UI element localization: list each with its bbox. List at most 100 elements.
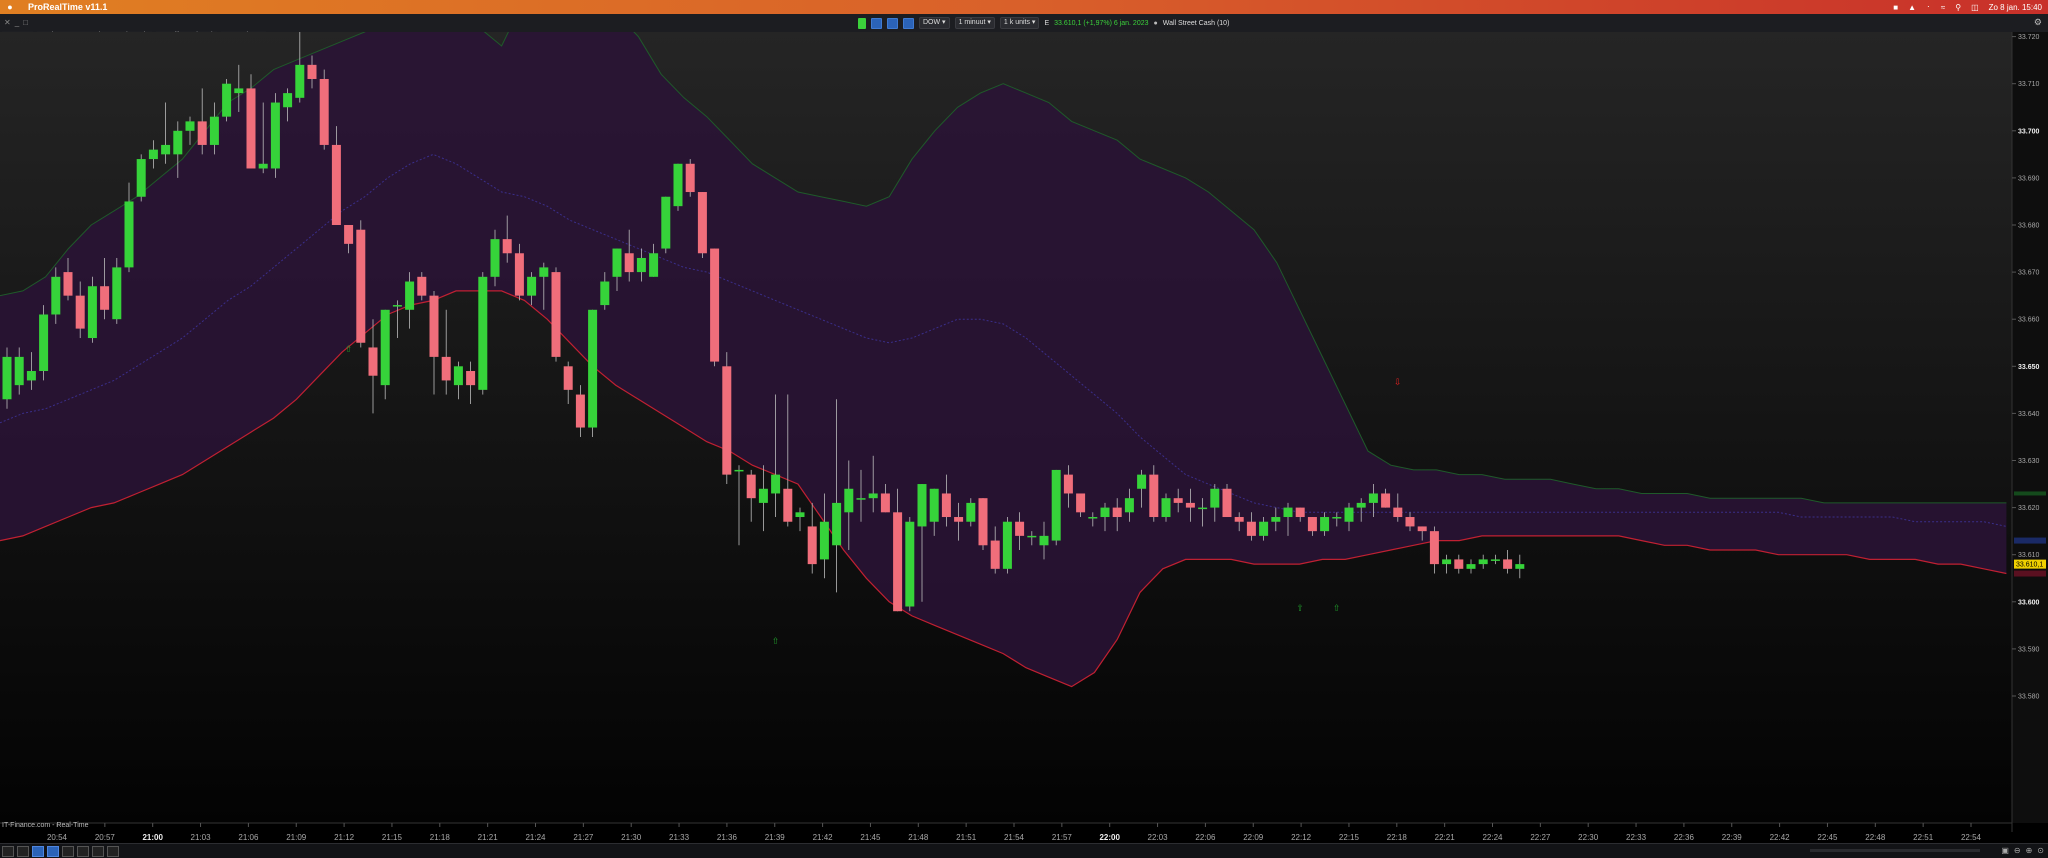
candle [722, 352, 732, 485]
candle-body [1124, 498, 1134, 513]
candle-body [1112, 507, 1122, 518]
time-tick-label: 22:45 [1817, 833, 1838, 842]
chart-scrollbar[interactable] [1810, 849, 1980, 852]
units-value: 1 k units [1003, 19, 1030, 26]
candle [978, 498, 988, 550]
candle-body [1344, 507, 1354, 522]
template-icon[interactable] [47, 846, 59, 857]
price-tick-label: 33.640 [2018, 411, 2040, 418]
candle-body [380, 309, 390, 386]
candle-body [1259, 521, 1269, 536]
candle [87, 276, 97, 343]
candle-body [1015, 521, 1025, 536]
candle-body [612, 248, 622, 277]
price-tick-label: 33.590 [2018, 646, 2040, 653]
time-tick-label: 21:00 [142, 833, 163, 842]
zoom-in-icon[interactable]: ⊕ [2026, 846, 2033, 855]
time-tick-label: 21:57 [1052, 833, 1073, 842]
candle-body [197, 121, 207, 145]
layout-icon[interactable] [77, 846, 89, 857]
close-window-icon[interactable]: ✕ [4, 18, 11, 27]
search-icon[interactable]: ⚲ [1955, 3, 1961, 12]
instrument-value: DOW [923, 19, 941, 26]
candle-body [1429, 531, 1439, 565]
gear-icon[interactable]: ⚙ [2034, 17, 2042, 28]
price-tick-label: 33.670 [2018, 270, 2040, 277]
drawing-icon[interactable] [903, 17, 914, 29]
candle-body [551, 272, 561, 357]
indicator-icon[interactable] [871, 17, 882, 29]
menubar-datetime[interactable]: Zo 8 jan. 15:40 [1989, 3, 2042, 12]
flag-icon[interactable]: ■ [1893, 3, 1898, 12]
price-tick-label: 33.600 [2018, 599, 2040, 606]
candle-body [954, 517, 964, 522]
price-tick-label: 33.710 [2018, 81, 2040, 88]
time-axis[interactable]: 20:54 20:57 21:00 21:03 21:06 21:09 21:12 21:15… [0, 822, 2012, 842]
control-icon[interactable]: ▲ [1908, 3, 1916, 12]
candle-body [283, 93, 293, 108]
candle-body [710, 248, 720, 362]
time-tick-label: 21:30 [621, 833, 642, 842]
price-tick-label: 33.620 [2018, 505, 2040, 512]
candle-body [832, 502, 842, 546]
candle [1222, 484, 1232, 518]
price-tick-label: 33.700 [2018, 128, 2040, 135]
candle-body [819, 521, 829, 560]
candle-body [746, 474, 756, 499]
time-tick-label: 22:48 [1865, 833, 1886, 842]
copy-icon[interactable] [92, 846, 104, 857]
time-tick-label: 21:15 [382, 833, 403, 842]
zoom-out-icon[interactable]: ⊖ [2014, 846, 2021, 855]
restore-window-icon[interactable]: □ [23, 18, 28, 27]
price-chart[interactable]: ⇩⇧⇧⇩⇧⇧ 33.58033.59033.60033.61033.62033.… [0, 32, 2048, 842]
time-tick-label: 21:09 [286, 833, 307, 842]
candle-body [1381, 493, 1391, 508]
candle-body [966, 502, 976, 522]
candle-body [1466, 564, 1476, 569]
control-center-icon[interactable]: ◫ [1971, 3, 1979, 12]
candle-body [807, 526, 817, 565]
chart-type-icon[interactable] [858, 17, 866, 29]
candle-body [161, 144, 171, 155]
candle-body [1442, 559, 1452, 565]
candle-body [1356, 502, 1366, 508]
candle-body [63, 272, 73, 296]
candle-body [173, 130, 183, 155]
price-change-label: 33.610,1 (+1,97%) 6 jan. 2023 [1054, 19, 1149, 27]
mode-label[interactable]: E [1044, 20, 1049, 27]
time-tick-label: 21:27 [573, 833, 594, 842]
candle-body [1234, 517, 1244, 522]
units-select[interactable]: 1 k units ▾ [999, 17, 1040, 29]
candle-body [990, 540, 1000, 569]
time-tick-label: 21:36 [717, 833, 738, 842]
time-tick-label: 21:03 [191, 833, 212, 842]
bluetooth-icon[interactable]: ᛫ [1926, 3, 1931, 12]
candle-body [978, 498, 988, 546]
upper-band-marker [2014, 537, 2046, 544]
candle [661, 196, 671, 254]
candle [222, 78, 232, 122]
candle-body [1246, 521, 1256, 536]
wifi-icon[interactable]: ≈ [1941, 3, 1945, 12]
instrument-select[interactable]: DOW ▾ [919, 17, 950, 29]
zoom-fit-icon[interactable]: ▣ [2001, 846, 2009, 855]
candle-body [868, 493, 878, 499]
candle-body [1063, 474, 1073, 494]
apple-menu-icon[interactable]: ● [0, 2, 20, 12]
candle-body [661, 196, 671, 249]
compare-icon[interactable] [887, 17, 898, 29]
pencil-icon[interactable] [2, 846, 14, 857]
timeframe-select[interactable]: 1 minuut ▾ [954, 17, 995, 29]
zoom-reset-icon[interactable]: ⊙ [2037, 846, 2044, 855]
back-arrow-icon[interactable] [107, 846, 119, 857]
candle [319, 69, 329, 150]
app-title[interactable]: ProRealTime v11.1 [28, 2, 107, 12]
minimize-window-icon[interactable]: _ [15, 18, 19, 27]
crosshair-icon[interactable] [32, 846, 44, 857]
grid-icon[interactable] [62, 846, 74, 857]
lower-band-marker [2014, 570, 2046, 577]
candle-body [222, 83, 232, 117]
cursor-icon[interactable] [17, 846, 29, 857]
candle-body [783, 488, 793, 522]
candle-body [941, 493, 951, 518]
